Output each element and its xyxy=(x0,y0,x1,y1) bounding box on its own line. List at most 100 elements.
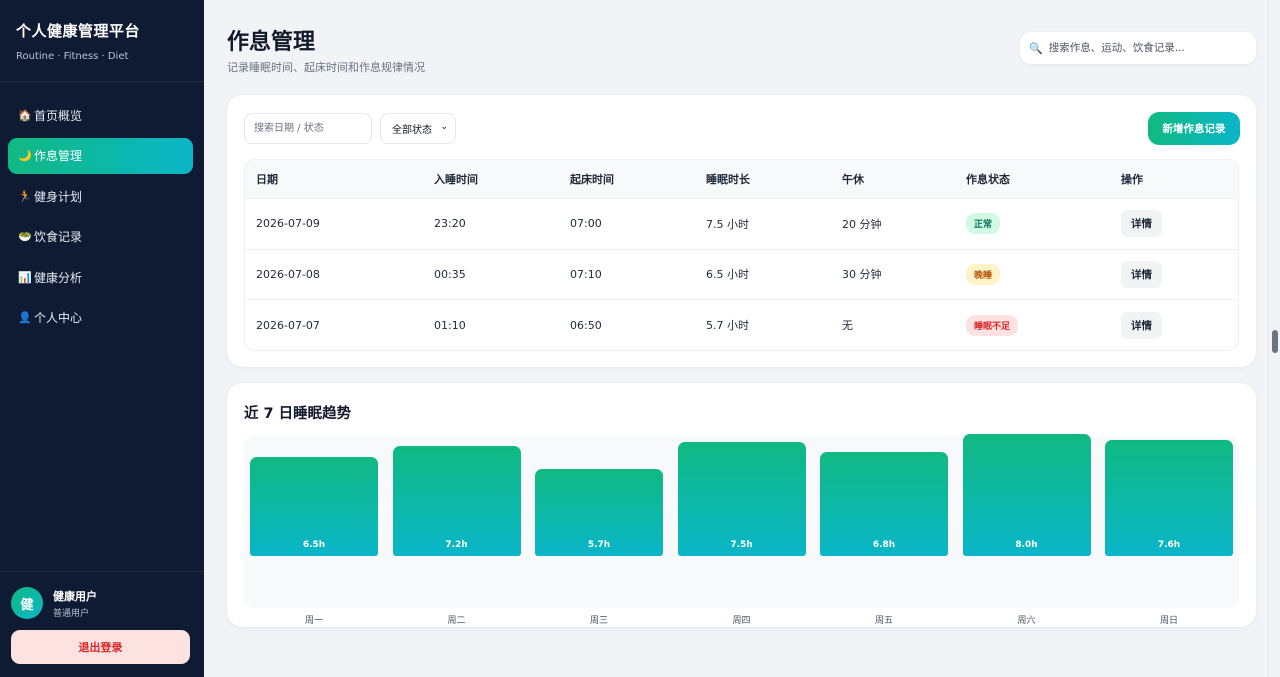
sidebar-item-label: 饮食记录 xyxy=(34,230,83,244)
bar-value-label: 6.8h xyxy=(872,540,896,550)
cell-date: 2026-07-08 xyxy=(256,267,320,281)
scrollbar-thumb[interactable] xyxy=(1272,330,1278,353)
cell-sleep-time: 00:35 xyxy=(434,267,466,281)
bar-value-label: 8.0h xyxy=(1015,540,1038,550)
status-select-value: 全部状态 xyxy=(392,125,432,136)
status-badge: 睡眠不足 xyxy=(966,314,1019,336)
sidebar-item-3[interactable]: 🥗 饮食记录 xyxy=(8,219,193,255)
chart-x-label: 周五 xyxy=(874,616,893,626)
chart-bar: 6.5h xyxy=(250,456,378,556)
user-icon: 👤 xyxy=(18,311,32,324)
header-date: 日期 xyxy=(256,173,278,186)
chevron-down-icon: ⌄ xyxy=(440,122,448,132)
status-badge: 晚睡 xyxy=(966,263,1001,285)
sidebar-item-2[interactable]: 🏃 健身计划 xyxy=(8,178,193,214)
sidebar-nav: 🏠 首页概览 🌙 作息管理 🏃 健身计划 🥗 饮食记录 📊 健康分析 👤 个人中心 xyxy=(8,97,193,340)
brand: 个人健康管理平台 Routine · Fitness · Diet xyxy=(0,0,204,82)
sidebar-item-label: 首页概览 xyxy=(34,108,83,123)
salad-icon: 🥗 xyxy=(18,230,32,243)
cell-wake-time: 07:00 xyxy=(570,217,602,231)
status-select[interactable]: 全部状态 ⌄ xyxy=(380,113,456,144)
cell-sleep-time: 23:20 xyxy=(434,217,466,231)
table-header: 日期 入睡时间 起床时间 睡眠时长 午休 作息状态 操作 xyxy=(245,160,1238,199)
search-icon: 🔍 xyxy=(1029,41,1043,55)
user-name: 健康用户 xyxy=(53,590,97,603)
sidebar-item-1[interactable]: 🌙 作息管理 xyxy=(8,137,193,174)
page-scrollbar[interactable] xyxy=(1268,0,1280,677)
sleep-trend-chart: 6.5h 周一 7.2h 周二 5.7h 周三 7.5h 周四 6.8h 周五 8.0h 周六 7.6h… xyxy=(244,434,1239,626)
detail-button[interactable]: 详情 xyxy=(1121,311,1162,339)
chart-icon: 📊 xyxy=(18,270,32,284)
detail-button[interactable]: 详情 xyxy=(1121,260,1162,288)
sleep-records-card: 全部状态 ⌄ 新增作息记录 日期 入睡时间 起床时间 睡眠时长 午休 作息状态 … xyxy=(227,95,1256,367)
chart-title: 近 7 日睡眠趋势 xyxy=(244,406,352,422)
cell-wake-time: 06:50 xyxy=(570,318,602,332)
sidebar-item-5[interactable]: 👤 个人中心 xyxy=(8,300,193,336)
filter-search-input[interactable] xyxy=(244,113,372,144)
cell-status: 正常 xyxy=(966,199,1001,249)
bar-value-label: 7.5h xyxy=(730,540,753,550)
cell-sleep-time: 01:10 xyxy=(434,318,466,332)
bar-value-label: 6.5h xyxy=(302,540,326,550)
table-row: 2026-07-09 23:20 07:00 7.5 小时 20 分钟 正常 详情 xyxy=(245,199,1238,250)
cell-nap: 无 xyxy=(842,319,853,333)
header-action: 操作 xyxy=(1121,173,1143,186)
cell-duration: 6.5 小时 xyxy=(706,268,749,282)
cell-action: 详情 xyxy=(1121,300,1162,350)
cell-duration: 5.7 小时 xyxy=(706,319,749,333)
add-sleep-record-button[interactable]: 新增作息记录 xyxy=(1148,112,1240,145)
cell-duration: 7.5 小时 xyxy=(706,217,749,231)
chart-x-label: 周二 xyxy=(447,616,466,626)
detail-button[interactable]: 详情 xyxy=(1121,210,1162,238)
chart-bar: 8.0h xyxy=(962,434,1091,556)
status-badge: 正常 xyxy=(966,213,1001,235)
sidebar-item-label: 健身计划 xyxy=(34,189,83,204)
sidebar-item-0[interactable]: 🏠 首页概览 xyxy=(8,97,193,133)
sleep-trend-card: 近 7 日睡眠趋势 6.5h 周一 7.2h 周二 5.7h 周三 7.5h 周四 6.8h 周五… xyxy=(227,383,1256,627)
avatar[interactable]: 健 xyxy=(11,587,43,619)
moon-icon: 🌙 xyxy=(18,149,32,162)
main-content: 作息管理 记录睡眠时间、起床时间和作息规律情况 🔍 全部状态 ⌄ 新增作息记录 … xyxy=(204,0,1268,677)
bar-value-label: 5.7h xyxy=(587,540,611,550)
cell-action: 详情 xyxy=(1121,199,1162,249)
cell-status: 晚睡 xyxy=(966,250,1001,300)
sleep-table: 日期 入睡时间 起床时间 睡眠时长 午休 作息状态 操作 2026-07-09 2… xyxy=(244,159,1239,351)
user-role: 普通用户 xyxy=(53,609,90,619)
chart-bar: 7.5h xyxy=(677,441,806,556)
header-duration: 睡眠时长 xyxy=(706,173,750,186)
sidebar-item-label: 个人中心 xyxy=(34,311,83,325)
brand-title: 个人健康管理平台 xyxy=(16,22,141,40)
cell-date: 2026-07-07 xyxy=(256,318,320,332)
chart-bar: 5.7h xyxy=(535,469,663,556)
global-search-input[interactable] xyxy=(1048,42,1239,54)
chart-bar: 6.8h xyxy=(820,452,948,556)
logout-button[interactable]: 退出登录 xyxy=(11,630,190,664)
table-body: 2026-07-09 23:20 07:00 7.5 小时 20 分钟 正常 详情 2026-… xyxy=(245,199,1238,350)
sidebar-item-4[interactable]: 📊 健康分析 xyxy=(8,259,193,295)
bar-value-label: 7.6h xyxy=(1157,540,1181,550)
chart-x-label: 周三 xyxy=(589,616,608,626)
home-icon: 🏠 xyxy=(18,108,32,122)
cell-action: 详情 xyxy=(1121,250,1162,300)
table-row: 2026-07-08 00:35 07:10 6.5 小时 30 分钟 晚睡 详情 xyxy=(245,250,1238,300)
user-box: 健 健康用户 普通用户 退出登录 xyxy=(0,571,204,677)
bar-value-label: 7.2h xyxy=(445,540,468,550)
header-sleep-time: 入睡时间 xyxy=(434,173,478,186)
chart-bar: 7.2h xyxy=(392,446,521,556)
sidebar-item-label: 作息管理 xyxy=(34,149,83,163)
cell-nap: 20 分钟 xyxy=(842,217,882,231)
table-row: 2026-07-07 01:10 06:50 5.7 小时 无 睡眠不足 详情 xyxy=(245,300,1238,350)
page-subtitle: 记录睡眠时间、起床时间和作息规律情况 xyxy=(227,61,425,74)
running-icon: 🏃 xyxy=(18,189,32,203)
cell-date: 2026-07-09 xyxy=(256,217,320,231)
chart-x-label: 周六 xyxy=(1017,616,1036,626)
page-title: 作息管理 xyxy=(227,30,316,55)
chart-x-label: 周日 xyxy=(1159,616,1178,626)
sidebar: 个人健康管理平台 Routine · Fitness · Diet 🏠 首页概览 🌙… xyxy=(0,0,204,677)
cell-status: 睡眠不足 xyxy=(966,300,1019,350)
cell-nap: 30 分钟 xyxy=(842,268,882,282)
chart-x-label: 周四 xyxy=(732,616,751,626)
chart-bar: 7.6h xyxy=(1105,440,1233,556)
global-search[interactable]: 🔍 xyxy=(1020,32,1256,64)
sidebar-item-label: 健康分析 xyxy=(34,270,83,285)
